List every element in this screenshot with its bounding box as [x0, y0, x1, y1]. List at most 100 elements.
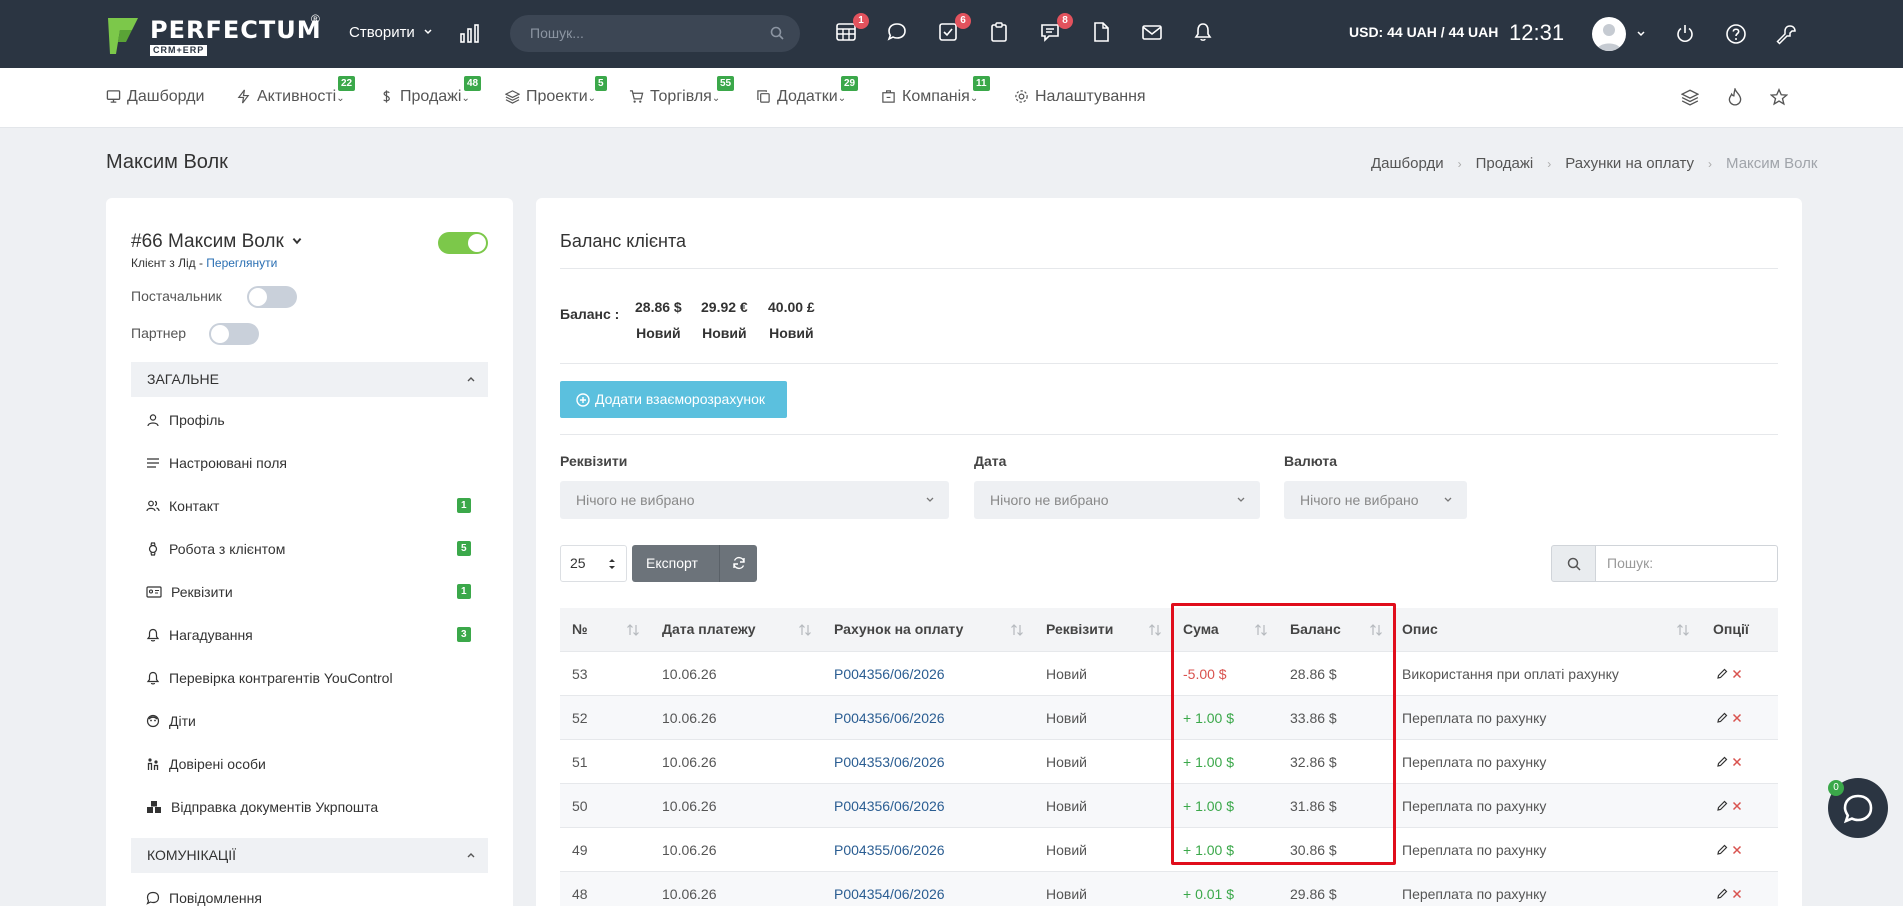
- sidebar-item-trusted-persons[interactable]: Довірені особи: [146, 756, 266, 772]
- col-header-invoice[interactable]: Рахунок на оплату: [834, 608, 964, 651]
- global-search[interactable]: Пошук...: [510, 15, 800, 52]
- chat-widget-button[interactable]: 0: [1828, 778, 1888, 838]
- sidebar-item-reminders[interactable]: Нагадування: [146, 627, 253, 643]
- bar-chart-icon[interactable]: [459, 22, 481, 44]
- fire-icon[interactable]: [1726, 88, 1744, 106]
- section-communications-header[interactable]: КОМУНІКАЦІЇ: [131, 838, 488, 873]
- documents-button[interactable]: [1090, 21, 1116, 47]
- chevron-down-icon[interactable]: [1636, 29, 1646, 39]
- delete-icon[interactable]: [1732, 669, 1742, 679]
- col-header-payment-date[interactable]: Дата платежу: [662, 608, 756, 651]
- filter-currency-select[interactable]: Нічого не вибрано: [1284, 481, 1467, 519]
- col-header-requisites[interactable]: Реквізити: [1046, 608, 1114, 651]
- cell-number: 48: [572, 886, 588, 902]
- sidebar-item-profile[interactable]: Профіль: [146, 412, 225, 428]
- nav-activities[interactable]: Активності⌄ 22: [236, 76, 356, 106]
- notifications-button[interactable]: [1192, 21, 1218, 47]
- export-button[interactable]: Експорт: [632, 545, 757, 582]
- breadcrumb-item[interactable]: Дашборди: [1371, 155, 1444, 172]
- chat-badge: 8: [1057, 13, 1073, 29]
- table-search-button[interactable]: [1551, 545, 1596, 582]
- refresh-button[interactable]: [719, 545, 757, 582]
- chevron-down-icon: [1444, 497, 1452, 502]
- nav-company[interactable]: Компанія⌄ 11: [881, 76, 990, 106]
- view-lead-link[interactable]: Переглянути: [206, 256, 277, 270]
- sidebar-item-ukrposhta[interactable]: Відправка документів Укрпошта: [146, 799, 378, 815]
- breadcrumb-item[interactable]: Продажі: [1476, 155, 1534, 172]
- create-menu[interactable]: Створити: [349, 24, 433, 41]
- filter-date-select[interactable]: Нічого не вибрано: [974, 481, 1260, 519]
- sidebar-item-requisites[interactable]: Реквізити: [146, 584, 233, 600]
- layers-icon: [504, 90, 521, 104]
- edit-icon[interactable]: [1716, 668, 1728, 680]
- star-icon[interactable]: [1770, 88, 1788, 106]
- supplier-toggle[interactable]: [247, 286, 297, 308]
- page-size-select[interactable]: 25: [560, 545, 627, 582]
- sidebar-item-youcontrol[interactable]: Перевірка контрагентів YouControl: [146, 670, 393, 686]
- delete-icon[interactable]: [1732, 889, 1742, 899]
- delete-icon[interactable]: [1732, 801, 1742, 811]
- cell-invoice[interactable]: P004356/06/2026: [834, 652, 945, 696]
- sidebar-item-children[interactable]: Діти: [146, 713, 196, 729]
- cell-invoice[interactable]: P004355/06/2026: [834, 828, 945, 872]
- clipboard-button[interactable]: [988, 21, 1014, 47]
- cell-invoice[interactable]: P004356/06/2026: [834, 784, 945, 828]
- partner-toggle[interactable]: [209, 323, 259, 345]
- nav-badge: 55: [717, 76, 735, 91]
- nav-trade[interactable]: Торгівля⌄ 55: [629, 76, 735, 106]
- power-icon[interactable]: [1674, 23, 1696, 45]
- avatar[interactable]: [1592, 17, 1626, 51]
- wrench-icon[interactable]: [1776, 23, 1798, 45]
- chevron-down-icon: [926, 497, 934, 502]
- edit-icon[interactable]: [1716, 888, 1728, 900]
- messages-button[interactable]: [886, 21, 912, 47]
- calendar-button[interactable]: 1: [835, 13, 869, 47]
- layers-icon[interactable]: [1681, 88, 1699, 106]
- sidebar-item-custom-fields[interactable]: Настроювані поля: [146, 455, 287, 471]
- nav-addons[interactable]: Додатки⌄ 29: [756, 76, 859, 106]
- col-header-description[interactable]: Опис: [1402, 608, 1438, 651]
- table-search-input[interactable]: Пошук:: [1595, 545, 1778, 582]
- edit-icon[interactable]: [1716, 756, 1728, 768]
- client-source: Клієнт з Лід - Переглянути: [131, 256, 277, 270]
- section-communications-title: КОМУНІКАЦІЇ: [147, 847, 237, 863]
- sidebar-item-client-work[interactable]: Робота з клієнтом: [146, 541, 285, 557]
- sort-icon[interactable]: [1010, 623, 1024, 637]
- mail-button[interactable]: [1141, 21, 1167, 47]
- client-active-toggle[interactable]: [438, 232, 488, 254]
- section-general-header[interactable]: ЗАГАЛЬНЕ: [131, 362, 488, 397]
- nav-sales[interactable]: Продажі⌄ 48: [379, 76, 482, 106]
- table-row: 48 10.06.26 P004354/06/2026 Новий + 0.01 $ 29…: [560, 871, 1778, 906]
- add-settlement-button[interactable]: Додати взаєморозрахунок: [560, 381, 787, 418]
- edit-icon[interactable]: [1716, 800, 1728, 812]
- chat-button[interactable]: 8: [1039, 13, 1073, 47]
- sidebar-item-messages[interactable]: Повідомлення: [146, 890, 262, 906]
- client-title[interactable]: #66 Максим Волк: [131, 231, 303, 253]
- monitor-icon: [106, 90, 121, 103]
- balance-amount: 40.00 £: [768, 299, 815, 315]
- tasks-button[interactable]: 6: [937, 13, 971, 47]
- delete-icon[interactable]: [1732, 713, 1742, 723]
- nav-projects[interactable]: Проекти⌄ 5: [504, 76, 607, 106]
- sort-icon[interactable]: [1676, 623, 1690, 637]
- sort-icon[interactable]: [798, 623, 812, 637]
- logo[interactable]: PERFECTUM ® CRM+ERP: [106, 12, 321, 60]
- cell-invoice[interactable]: P004354/06/2026: [834, 872, 945, 906]
- filter-requisites-select[interactable]: Нічого не вибрано: [560, 481, 949, 519]
- cell-payment-date: 10.06.26: [662, 710, 717, 726]
- sort-icon[interactable]: [626, 623, 640, 637]
- breadcrumb-item[interactable]: Рахунки на оплату: [1565, 155, 1694, 172]
- nav-settings[interactable]: Налаштування: [1014, 88, 1146, 106]
- edit-icon[interactable]: [1716, 712, 1728, 724]
- cell-invoice[interactable]: P004356/06/2026: [834, 696, 945, 740]
- edit-icon[interactable]: [1716, 844, 1728, 856]
- cell-invoice[interactable]: P004353/06/2026: [834, 740, 945, 784]
- nav-dashboards[interactable]: Дашборди: [106, 88, 204, 106]
- delete-icon[interactable]: [1732, 757, 1742, 767]
- help-icon[interactable]: [1725, 23, 1747, 45]
- sidebar-item-contact[interactable]: Контакт: [146, 498, 219, 514]
- delete-icon[interactable]: [1732, 845, 1742, 855]
- global-search-input[interactable]: Пошук...: [530, 25, 584, 41]
- col-header-number[interactable]: №: [572, 608, 588, 651]
- sort-icon[interactable]: [1148, 623, 1162, 637]
